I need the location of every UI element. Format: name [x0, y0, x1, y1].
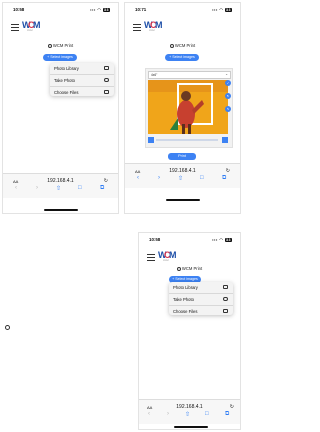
file-source-menu: Photo Library Take Photo Choose Files [169, 282, 233, 315]
status-time: 10:58 [13, 7, 25, 12]
select-images-button[interactable]: + Select images [43, 54, 77, 61]
status-bar: 10:58 ••• ◠ 33 [139, 233, 240, 247]
tabs-icon[interactable]: ⧉ [225, 411, 229, 418]
chevron-down-icon: ⌄ [225, 72, 228, 76]
camera-icon [223, 297, 228, 301]
share-icon[interactable]: ⇧ [178, 175, 183, 182]
zoom-in-icon[interactable] [222, 137, 228, 143]
printer-logo-icon [169, 44, 174, 48]
battery-icon: 33 [103, 8, 110, 12]
battery-icon: 33 [225, 238, 232, 242]
forward-icon[interactable]: › [167, 411, 169, 417]
photo-preview[interactable] [148, 80, 228, 134]
back-icon[interactable]: ‹ [137, 175, 139, 181]
camera-icon [104, 78, 109, 82]
browser-nav-bar: ‹ › ⇧ □ ⧉ [139, 411, 240, 421]
home-indicator [174, 426, 208, 428]
photo-library-icon [223, 285, 228, 289]
reload-icon[interactable]: ↻ [230, 404, 234, 410]
folder-icon [104, 90, 109, 94]
share-icon[interactable]: ⇧ [185, 411, 190, 418]
paper-size-select[interactable]: 4x6" ⌄ [148, 71, 231, 79]
browser-nav-bar: ‹ › ⇧ □ ⧉ [3, 185, 118, 195]
hamburger-menu-icon[interactable] [147, 254, 155, 263]
menu-item-choose-files[interactable]: Choose Files [50, 87, 114, 98]
url-text[interactable]: 192.168.4.1 [139, 404, 240, 410]
tabs-icon[interactable]: ⧉ [222, 175, 226, 182]
browser-nav-bar: ‹ › ⇧ □ ⧉ [125, 175, 240, 185]
share-icon[interactable]: ⇧ [56, 185, 61, 192]
status-bar: 10:71 ••• ◠ 33 [125, 3, 240, 17]
top-bar: WCM PRINT [3, 19, 118, 39]
back-icon[interactable]: ‹ [148, 411, 150, 417]
back-icon[interactable]: ‹ [15, 185, 17, 191]
printer-logo-icon [176, 267, 181, 271]
status-time: 10:58 [149, 237, 161, 242]
edit-icon[interactable]: ✎ [225, 106, 231, 112]
bookmarks-icon[interactable]: □ [200, 175, 204, 181]
wcm-logo: WCM PRINT [22, 20, 41, 32]
status-icons: ••• ◠ 33 [212, 237, 232, 242]
bookmarks-icon[interactable]: □ [205, 411, 209, 417]
page-title: WCM Print [125, 43, 240, 48]
signal-wifi-icon: ••• ◠ [90, 7, 102, 12]
page-title: WCM Print [3, 43, 118, 48]
status-time: 10:71 [135, 7, 147, 12]
zoom-out-icon[interactable] [148, 137, 154, 143]
photo-image [148, 80, 228, 134]
menu-item-photo-library[interactable]: Photo Library [50, 63, 114, 75]
home-indicator [166, 199, 200, 201]
image-editor-panel: 4x6" ⌄ ✓ ↻ ✎ [145, 68, 233, 148]
url-text[interactable]: 192.168.4.1 [3, 178, 118, 184]
wcm-logo: WCM PRINT [158, 250, 177, 262]
print-button[interactable]: Print [168, 153, 196, 160]
menu-item-photo-library[interactable]: Photo Library [169, 282, 233, 294]
reload-icon[interactable]: ↻ [226, 168, 230, 174]
reload-icon[interactable]: ↻ [104, 178, 108, 184]
menu-item-take-photo[interactable]: Take Photo [169, 294, 233, 306]
phone-screen-select-menu-1: 10:58 ••• ◠ 33 WCM PRINT WCM Print + Sel… [2, 2, 119, 214]
status-icons: ••• ◠ 33 [212, 7, 232, 12]
status-bar: 10:58 ••• ◠ 33 [3, 3, 118, 17]
page-title: WCM Print [139, 266, 240, 271]
top-bar: WCM PRINT [125, 19, 240, 39]
file-source-menu: Photo Library Take Photo Choose Files [50, 63, 114, 96]
hamburger-menu-icon[interactable] [133, 24, 141, 33]
zoom-slider[interactable] [156, 139, 218, 141]
printer-logo-icon [47, 44, 52, 48]
menu-item-choose-files[interactable]: Choose Files [169, 306, 233, 317]
battery-icon: 33 [225, 8, 232, 12]
forward-icon[interactable]: › [158, 175, 160, 181]
select-images-button[interactable]: + Select images [165, 54, 199, 61]
radio-dot-icon [5, 325, 10, 330]
tabs-icon[interactable]: ⧉ [100, 185, 104, 192]
status-icons: ••• ◠ 33 [90, 7, 110, 12]
home-indicator [44, 209, 78, 211]
photo-library-icon [104, 66, 109, 70]
signal-wifi-icon: ••• ◠ [212, 237, 224, 242]
menu-item-take-photo[interactable]: Take Photo [50, 75, 114, 87]
signal-wifi-icon: ••• ◠ [212, 7, 224, 12]
wcm-logo: WCM PRINT [144, 20, 163, 32]
forward-icon[interactable]: › [36, 185, 38, 191]
rotate-icon[interactable]: ↻ [225, 93, 231, 99]
crop-icon[interactable]: ✓ [225, 80, 231, 86]
folder-icon [223, 309, 228, 313]
url-text[interactable]: 192.168.4.1 [125, 168, 240, 174]
bookmarks-icon[interactable]: □ [78, 185, 82, 191]
hamburger-menu-icon[interactable] [11, 24, 19, 33]
phone-screen-select-menu-2: 10:58 ••• ◠ 33 WCM PRINT WCM Print + Sel… [138, 232, 241, 430]
phone-screen-editor: 10:71 ••• ◠ 33 WCM PRINT WCM Print + Sel… [124, 2, 241, 214]
